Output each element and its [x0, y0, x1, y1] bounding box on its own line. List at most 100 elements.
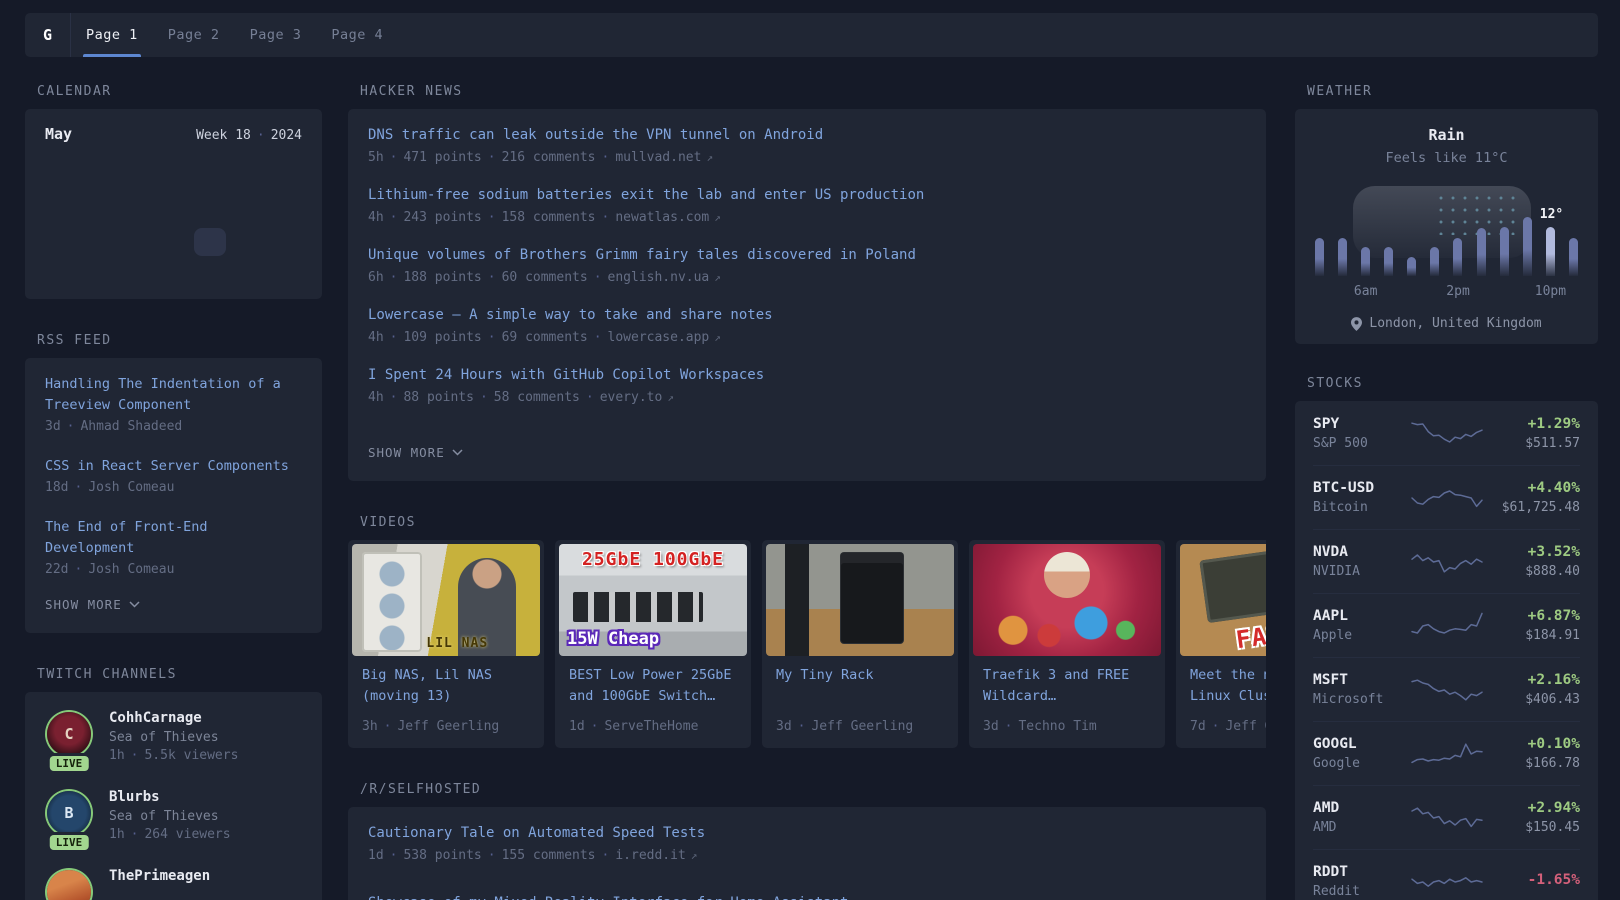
calendar-day[interactable] [155, 259, 192, 287]
calendar-section-title: CALENDAR [37, 84, 322, 99]
chevron-down-icon [129, 601, 140, 608]
video-meta: 3d·Techno Tim [983, 707, 1151, 734]
calendar-day[interactable] [265, 228, 302, 256]
calendar-day[interactable] [82, 259, 119, 287]
source-domain-link[interactable]: lowercase.app [608, 330, 710, 345]
top-nav: G Page 1Page 2Page 3Page 4 [25, 13, 1598, 57]
source-domain-link[interactable]: mullvad.net [615, 150, 701, 165]
stock-row[interactable]: GOOGL Google +0.10% $166.78 [1313, 721, 1580, 785]
video-title[interactable]: Big NAS, Lil NAS (moving 13) [362, 665, 530, 707]
weather-temp-bar [1453, 238, 1462, 276]
calendar-day[interactable] [118, 259, 155, 287]
rss-section-title: RSS FEED [37, 333, 322, 348]
hackernews-show-more-button[interactable]: SHOW MORE [368, 445, 463, 460]
calendar-day[interactable] [155, 228, 192, 256]
page-tab[interactable]: Page 2 [153, 13, 235, 57]
stock-company: S&P 500 [1313, 436, 1405, 451]
weather-time-tick: 10pm [1535, 284, 1566, 299]
video-card[interactable]: Traefik 3 and FREE Wildcard… 3d·Techno T… [969, 540, 1165, 748]
stock-company: Reddit [1313, 884, 1405, 899]
calendar-day[interactable] [82, 197, 119, 225]
source-domain-link[interactable]: english.nv.ua [608, 270, 710, 285]
stock-symbol: BTC-USD [1313, 480, 1405, 496]
calendar-day[interactable] [45, 228, 82, 256]
rss-item-title[interactable]: CSS in React Server Components [45, 456, 302, 477]
calendar-day[interactable] [229, 197, 266, 225]
calendar-day[interactable] [229, 259, 266, 287]
twitch-channel-row[interactable]: B LIVE Blurbs Sea of Thieves 1h·264 view… [45, 789, 302, 842]
calendar-day[interactable] [155, 197, 192, 225]
video-card[interactable]: 25GbE 100GbE15W Cheap BEST Low Power 25G… [555, 540, 751, 748]
stock-change: +0.10% [1488, 736, 1580, 752]
stock-row[interactable]: MSFT Microsoft +2.16% $406.43 [1313, 657, 1580, 721]
stock-row[interactable]: RDDT Reddit -1.65% [1313, 849, 1580, 900]
app-logo[interactable]: G [25, 13, 71, 57]
news-item-title[interactable]: Lithium-free sodium batteries exit the l… [368, 185, 1246, 205]
stock-change: +2.94% [1488, 800, 1580, 816]
news-item-title[interactable]: DNS traffic can leak outside the VPN tun… [368, 125, 1246, 145]
rss-show-more-button[interactable]: SHOW MORE [45, 597, 140, 612]
calendar-day[interactable] [192, 259, 229, 287]
stock-row[interactable]: NVDA NVIDIA +3.52% $888.40 [1313, 529, 1580, 593]
news-item-title[interactable]: I Spent 24 Hours with GitHub Copilot Wor… [368, 365, 1246, 385]
page-tab[interactable]: Page 4 [316, 13, 398, 57]
calendar-day[interactable] [118, 228, 155, 256]
twitch-channel-row[interactable]: LIVE ThePrimeagen [45, 868, 302, 900]
weather-time-tick: 2pm [1446, 284, 1469, 299]
calendar-week-year: Week 18·2024 [196, 128, 302, 143]
page-tab[interactable]: Page 3 [235, 13, 317, 57]
hackernews-section-title: HACKER NEWS [360, 84, 1266, 99]
rss-item-title[interactable]: The End of Front-End Development [45, 517, 302, 559]
video-thumbnail[interactable]: 25GbE 100GbE15W Cheap [559, 544, 747, 656]
news-item-title[interactable]: Showcase of my Mixed Reality Interface f… [368, 893, 1246, 900]
separator-dot: · [74, 562, 82, 577]
stock-row[interactable]: BTC-USD Bitcoin +4.40% $61,725.48 [1313, 465, 1580, 529]
news-item-title[interactable]: Unique volumes of Brothers Grimm fairy t… [368, 245, 1246, 265]
calendar-day[interactable] [265, 197, 302, 225]
video-meta: 1d·ServeTheHome [569, 707, 737, 734]
calendar-day[interactable] [265, 259, 302, 287]
rss-item: Handling The Indentation of a Treeview C… [45, 374, 302, 434]
stock-row[interactable]: SPY S&P 500 +1.29% $511.57 [1313, 401, 1580, 465]
chevron-down-icon [452, 449, 463, 456]
twitch-channel-row[interactable]: C LIVE CohhCarnage Sea of Thieves 1h·5.5… [45, 710, 302, 763]
video-title[interactable]: BEST Low Power 25GbE and 100GbE Switch… [569, 665, 737, 707]
hackernews-widget: HACKER NEWS DNS traffic can leak outside… [348, 84, 1266, 481]
calendar-day[interactable] [194, 228, 226, 256]
right-column: WEATHER Rain Feels like 11°C 12° 6am2pm1… [1295, 84, 1598, 900]
calendar-day[interactable] [192, 197, 229, 225]
news-item-title[interactable]: Cautionary Tale on Automated Speed Tests [368, 823, 1246, 843]
news-item-title[interactable]: Lowercase – A simple way to take and sha… [368, 305, 1246, 325]
video-card[interactable]: LIL NAS Big NAS, Lil NAS (moving 13) 3h·… [348, 540, 544, 748]
calendar-day[interactable] [82, 228, 119, 256]
video-title[interactable]: Traefik 3 and FREE Wildcard… [983, 665, 1151, 707]
stock-price: $150.45 [1488, 820, 1580, 835]
source-domain-link[interactable]: newatlas.com [615, 210, 709, 225]
channel-viewers: 1h·264 viewers [109, 827, 231, 842]
stock-company: Apple [1313, 628, 1405, 643]
video-thumbnail[interactable]: LIL NAS [352, 544, 540, 656]
rss-item-title[interactable]: Handling The Indentation of a Treeview C… [45, 374, 302, 416]
calendar-day[interactable] [45, 259, 82, 287]
separator-dot: · [390, 270, 398, 285]
video-thumbnail[interactable]: FAST [1180, 544, 1266, 656]
video-title[interactable]: My Tiny Rack [776, 665, 944, 686]
page-tab[interactable]: Page 1 [71, 13, 153, 57]
stock-row[interactable]: AAPL Apple +6.87% $184.91 [1313, 593, 1580, 657]
video-thumbnail[interactable] [766, 544, 954, 656]
calendar-day[interactable] [45, 197, 82, 225]
video-title[interactable]: Meet the new Linux Cluster… [1190, 665, 1266, 707]
calendar-day[interactable] [118, 197, 155, 225]
separator-dot: · [131, 748, 139, 763]
video-card[interactable]: My Tiny Rack 3d·Jeff Geerling [762, 540, 958, 748]
calendar-day[interactable] [229, 228, 266, 256]
video-thumbnail[interactable] [973, 544, 1161, 656]
separator-dot: · [602, 210, 610, 225]
weather-temp-bar [1407, 257, 1416, 276]
stock-row[interactable]: AMD AMD +2.94% $150.45 [1313, 785, 1580, 849]
source-domain-link[interactable]: every.to [600, 390, 663, 405]
video-card[interactable]: FAST Meet the new Linux Cluster… 7d·Jeff… [1176, 540, 1266, 748]
rss-item: The End of Front-End Development 22d·Jos… [45, 517, 302, 577]
source-domain-link[interactable]: i.redd.it [615, 848, 685, 863]
separator-dot: · [488, 330, 496, 345]
